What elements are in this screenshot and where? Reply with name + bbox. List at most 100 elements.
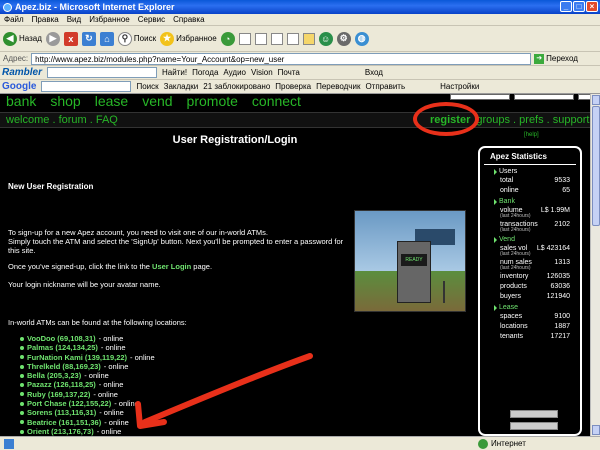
google-popup-blocked[interactable]: 21 заблокировано xyxy=(203,82,270,91)
nav-bank[interactable]: bank xyxy=(6,94,36,108)
maximize-button[interactable]: □ xyxy=(573,1,585,12)
nav-connect[interactable]: connect xyxy=(252,94,301,108)
sub-nav-right-links[interactable]: groups . prefs . support xyxy=(476,114,589,126)
password-field[interactable] xyxy=(514,94,574,100)
address-label: Адрес: xyxy=(3,54,29,63)
login-form xyxy=(450,94,590,100)
extra-button-2[interactable]: ◍ xyxy=(354,31,369,46)
menu-view[interactable]: Вид xyxy=(67,15,81,24)
messenger-button[interactable]: ☺ xyxy=(318,31,333,46)
google-send[interactable]: Отправить xyxy=(365,82,405,91)
nav-vend[interactable]: vend xyxy=(142,94,172,108)
discuss-icon xyxy=(286,32,299,45)
instruction-2: Simply touch the ATM and select the 'Sig… xyxy=(8,237,344,255)
page-content: bank shop lease vend promote connect wel… xyxy=(0,94,590,436)
counter-badge[interactable] xyxy=(510,422,558,430)
scroll-down-icon[interactable] xyxy=(592,425,600,435)
atm-screen: READY xyxy=(401,254,427,266)
status-bar: Интернет xyxy=(0,436,600,450)
menu-help[interactable]: Справка xyxy=(173,15,204,24)
history-button[interactable]: ◔ xyxy=(220,31,235,46)
counter-badge[interactable] xyxy=(510,410,558,418)
back-arrow-icon: ◀ xyxy=(3,31,17,46)
vertical-scrollbar[interactable] xyxy=(590,94,600,436)
refresh-button[interactable]: ↻ xyxy=(81,31,96,46)
discuss-button[interactable] xyxy=(286,32,299,45)
rambler-mail[interactable]: Почта xyxy=(278,68,300,77)
globe-icon xyxy=(478,438,488,449)
security-zone: Интернет xyxy=(478,438,526,449)
rambler-find-button[interactable]: Найти! xyxy=(162,68,187,77)
minimize-button[interactable]: _ xyxy=(560,1,572,12)
help-link[interactable]: [help] xyxy=(524,132,539,138)
gear-icon: ⚙ xyxy=(336,31,351,46)
google-toolbar: Google Поиск Закладки 21 заблокировано П… xyxy=(0,80,600,94)
menu-favorites[interactable]: Избранное xyxy=(89,15,130,24)
print-button[interactable] xyxy=(254,32,267,45)
edit-button[interactable] xyxy=(270,32,283,45)
close-button[interactable]: × xyxy=(586,1,598,12)
google-search-button[interactable]: Поиск xyxy=(136,82,158,91)
nav-shop[interactable]: shop xyxy=(50,94,80,108)
ie-icon xyxy=(3,2,12,12)
sub-nav-left[interactable]: welcome . forum . FAQ xyxy=(6,114,118,126)
google-check[interactable]: Проверка xyxy=(275,82,311,91)
red-annotation-arrow xyxy=(135,353,313,429)
stats-bank-header[interactable]: Bank xyxy=(480,195,580,205)
login-instruction: Once you've signed-up, click the link to… xyxy=(8,262,213,271)
stats-users-header[interactable]: Users xyxy=(480,165,580,175)
print-icon xyxy=(254,32,267,45)
search-button[interactable]: ⚲ Поиск xyxy=(117,31,156,46)
nav-lease[interactable]: lease xyxy=(95,94,128,108)
mail-button[interactable] xyxy=(238,32,251,45)
stats-panel: Apez Statistics Users total 9533 online 65… xyxy=(478,146,582,436)
go-button[interactable]: ➜ Переход xyxy=(534,53,578,64)
address-input[interactable]: http://www.apez.biz/modules.php?name=You… xyxy=(31,52,532,65)
home-button[interactable]: ⌂ xyxy=(99,31,114,46)
google-search-input[interactable] xyxy=(41,81,132,92)
login-button[interactable] xyxy=(578,94,590,100)
menu-edit[interactable]: Правка xyxy=(32,15,59,24)
scroll-up-icon[interactable] xyxy=(592,95,600,105)
sub-nav: welcome . forum . FAQ register groups . … xyxy=(0,112,590,128)
google-logo[interactable]: Google xyxy=(2,81,36,92)
back-button[interactable]: ◀ Назад xyxy=(3,31,42,46)
rambler-toolbar: Rambler Найти! Погода Аудио Vision Почта… xyxy=(0,66,600,80)
favorites-button[interactable]: ★ Избранное xyxy=(160,31,217,46)
stats-lease-header[interactable]: Lease xyxy=(480,301,580,311)
menu-tools[interactable]: Сервис xyxy=(138,15,165,24)
scroll-thumb[interactable] xyxy=(592,106,600,226)
google-bookmarks[interactable]: Закладки xyxy=(164,82,199,91)
forward-button[interactable]: ▶ xyxy=(45,31,60,46)
folder-button[interactable] xyxy=(302,32,315,45)
section-title: New User Registration xyxy=(8,182,94,191)
instruction-1: To sign-up for a new Apez account, you n… xyxy=(8,228,268,237)
stop-button[interactable]: x xyxy=(63,31,78,46)
title-bar: Apez.biz - Microsoft Internet Explorer _… xyxy=(0,0,600,14)
google-translate[interactable]: Переводчик xyxy=(316,82,360,91)
rambler-search-input[interactable] xyxy=(47,67,158,78)
rambler-logo[interactable]: Rambler xyxy=(2,67,42,78)
stat-row: products 63036 xyxy=(500,283,570,290)
menu-file[interactable]: Файл xyxy=(4,15,24,24)
messenger-icon: ☺ xyxy=(318,31,333,46)
star-icon: ★ xyxy=(160,31,175,46)
address-bar: Адрес: http://www.apez.biz/modules.php?n… xyxy=(0,52,600,66)
nav-promote[interactable]: promote xyxy=(187,94,238,108)
rambler-weather[interactable]: Погода xyxy=(192,68,218,77)
page-status-icon xyxy=(4,438,14,449)
stats-vend-header[interactable]: Vend xyxy=(480,233,580,243)
menu-bar: Файл Правка Вид Избранное Сервис Справка xyxy=(0,14,600,26)
google-settings[interactable]: Настройки xyxy=(440,82,479,91)
extra-button[interactable]: ⚙ xyxy=(336,31,351,46)
stop-icon: x xyxy=(63,31,78,46)
rambler-login[interactable]: Вход xyxy=(365,68,383,77)
user-login-link[interactable]: User Login xyxy=(152,262,191,271)
rambler-vision[interactable]: Vision xyxy=(251,68,273,77)
instructions: To sign-up for a new Apez account, you n… xyxy=(8,228,348,255)
rambler-audio[interactable]: Аудио xyxy=(223,68,246,77)
stat-row: inventory 126035 xyxy=(500,273,570,280)
stool xyxy=(443,281,455,303)
username-field[interactable] xyxy=(450,94,510,100)
atm-image: READY xyxy=(354,210,466,312)
